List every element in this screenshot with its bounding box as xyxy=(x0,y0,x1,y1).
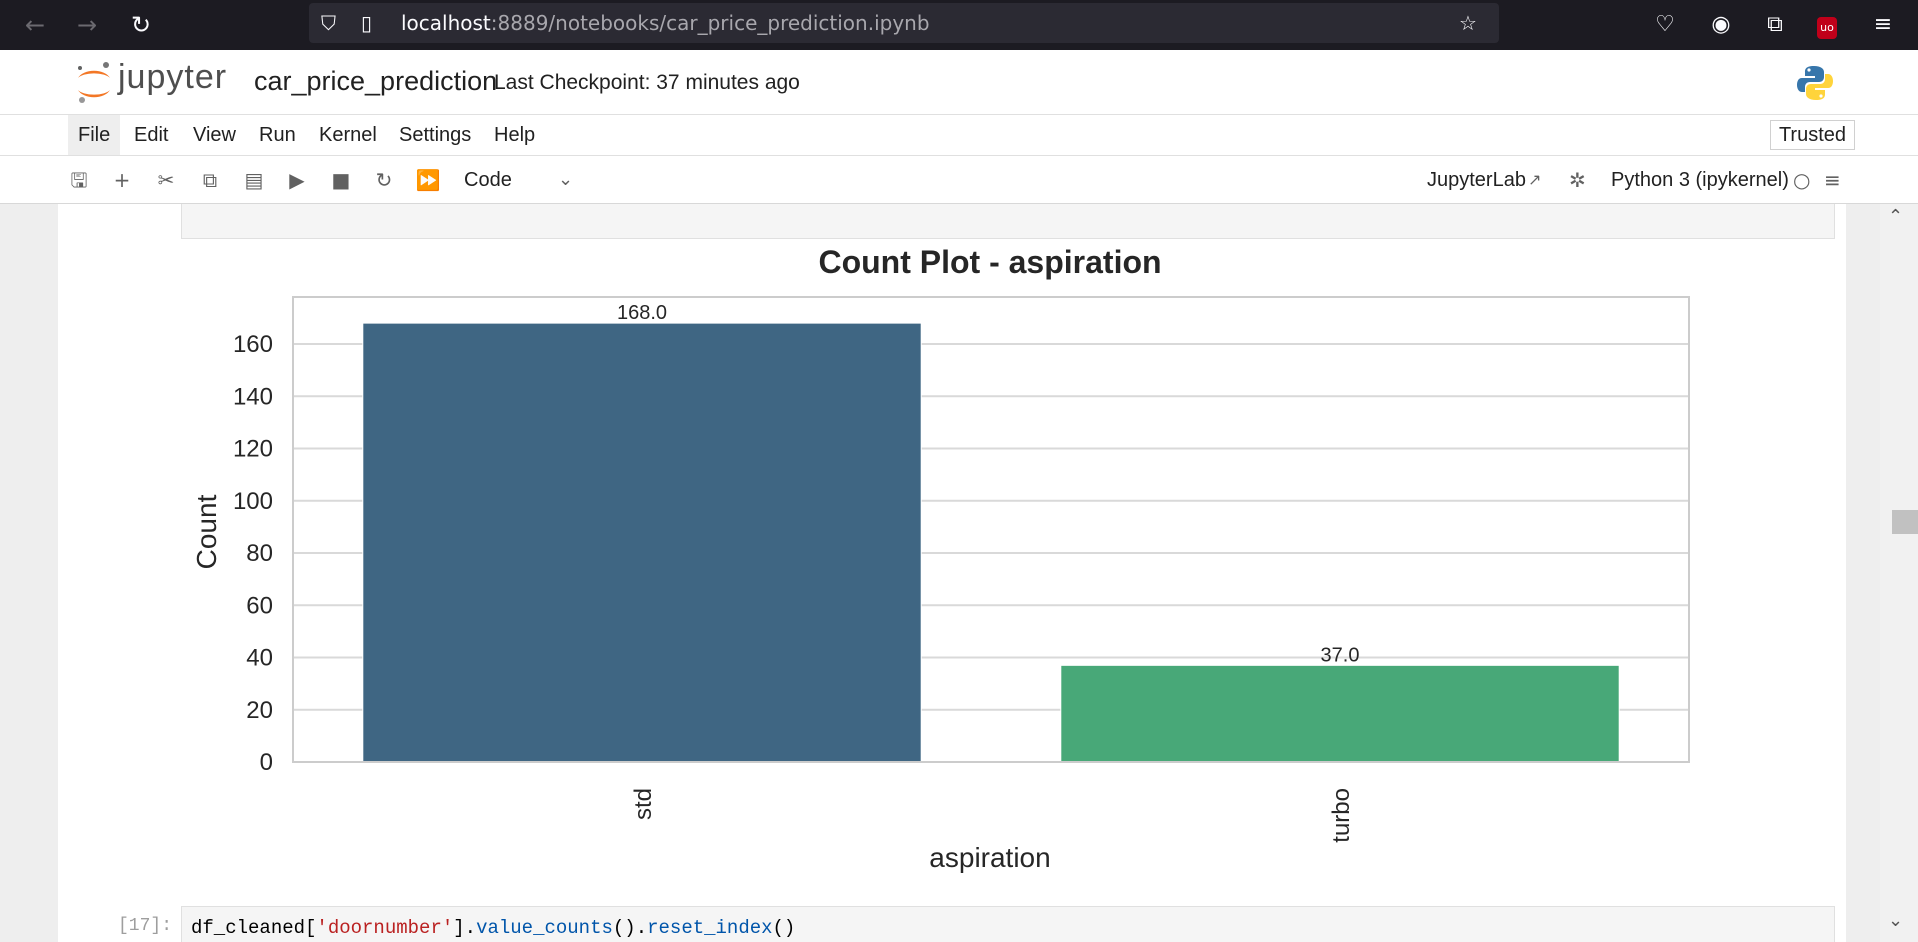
y-tick-label: 60 xyxy=(246,592,273,619)
run-all-icon[interactable]: ⏩ xyxy=(412,164,444,196)
code-method-reset-index: reset_index xyxy=(647,917,773,939)
y-tick-label: 40 xyxy=(246,645,273,672)
notebook-title[interactable]: car_price_prediction xyxy=(254,66,497,97)
menu-kernel[interactable]: Kernel xyxy=(309,115,387,155)
notebook-toolbar: 🖫 + ✂ ⧉ ▤ ▶ ■ ↻ ⏩ Code ⌄ JupyterLab ↗ ✲ … xyxy=(0,156,1918,204)
back-icon[interactable]: ← xyxy=(18,8,52,42)
cell-prompt: [17]: xyxy=(118,916,173,936)
y-tick-label: 80 xyxy=(246,540,273,567)
x-tick-label-turbo: turbo xyxy=(1328,788,1355,843)
stop-icon[interactable]: ■ xyxy=(325,164,357,196)
jupyter-logo-text: jupyter xyxy=(118,58,228,96)
external-link-icon[interactable]: ↗ xyxy=(1528,164,1541,196)
menu-help[interactable]: Help xyxy=(484,115,545,155)
kernel-status-icon: ○ xyxy=(1793,168,1811,192)
code-method-value-counts: value_counts xyxy=(476,917,613,939)
debugger-icon[interactable]: ✲ xyxy=(1569,164,1586,196)
url-text[interactable]: localhost:8889/notebooks/car_price_predi… xyxy=(401,3,930,43)
menu-settings[interactable]: Settings xyxy=(389,115,481,155)
trusted-indicator[interactable]: Trusted xyxy=(1769,120,1855,150)
x-axis-label: aspiration xyxy=(929,842,1050,873)
menu-run[interactable]: Run xyxy=(249,115,306,155)
account-icon[interactable]: ◉ xyxy=(1704,8,1738,42)
code-string: 'doornumber' xyxy=(316,917,454,939)
scrollbar[interactable] xyxy=(1880,204,1918,942)
cut-icon[interactable]: ✂ xyxy=(150,164,182,196)
code-line[interactable]: df_cleaned['doornumber'].value_counts().… xyxy=(191,917,795,939)
bar-turbo xyxy=(1060,664,1620,763)
restart-icon[interactable]: ↻ xyxy=(368,164,400,196)
paste-icon[interactable]: ▤ xyxy=(238,164,270,196)
scroll-up-icon[interactable]: ⌃ xyxy=(1888,206,1903,227)
python-logo-icon xyxy=(1797,66,1833,100)
run-icon[interactable]: ▶ xyxy=(281,164,313,196)
forward-icon[interactable]: → xyxy=(70,8,104,42)
extensions-icon[interactable]: ⧉ xyxy=(1758,8,1792,42)
y-tick-label: 100 xyxy=(233,488,273,515)
chevron-down-icon[interactable]: ⌄ xyxy=(558,164,573,196)
menu-edit[interactable]: Edit xyxy=(124,115,178,155)
chart-title: Count Plot - aspiration xyxy=(818,244,1161,280)
cell-type-select[interactable]: Code xyxy=(464,164,512,196)
page-info-icon[interactable]: ▯ xyxy=(361,3,372,43)
app-menu-icon[interactable]: ≡ xyxy=(1866,8,1900,42)
save-icon[interactable]: 🖫 xyxy=(63,164,95,196)
data-label-turbo: 37.0 xyxy=(1321,644,1360,666)
notebook-area: Count Plot - aspiration Count aspiration… xyxy=(0,204,1918,942)
reload-icon[interactable]: ↻ xyxy=(124,8,158,42)
last-checkpoint: Last Checkpoint: 37 minutes ago xyxy=(494,71,800,94)
property-inspector-icon[interactable]: ≡ xyxy=(1824,164,1841,196)
code-punct-3: () xyxy=(772,917,796,939)
count-plot-chart: Count Plot - aspiration Count aspiration… xyxy=(191,244,1690,873)
code-var: df_cleaned[ xyxy=(191,917,317,939)
y-tick-label: 140 xyxy=(233,383,273,410)
menu-file[interactable]: File xyxy=(68,115,121,155)
jupyterlab-link[interactable]: JupyterLab xyxy=(1427,164,1526,196)
menu-bar: File Edit View Run Kernel Settings Help … xyxy=(0,115,1918,156)
url-bar[interactable]: ⛉ ▯ localhost:8889/notebooks/car_price_p… xyxy=(309,3,1499,43)
scrollbar-thumb[interactable] xyxy=(1892,510,1918,534)
x-tick-label-std: std xyxy=(630,788,657,820)
ublock-icon[interactable]: uo xyxy=(1810,8,1844,42)
jupyter-logo-icon[interactable] xyxy=(74,60,114,104)
y-tick-label: 20 xyxy=(246,697,273,724)
kernel-name[interactable]: Python 3 (ipykernel) xyxy=(1611,164,1789,196)
bar-std xyxy=(362,322,922,763)
y-axis-label: Count xyxy=(191,494,222,569)
code-punct: ]. xyxy=(453,917,477,939)
menu-view[interactable]: View xyxy=(183,115,246,155)
scroll-down-icon[interactable]: ⌄ xyxy=(1888,910,1903,931)
code-cell[interactable]: df_cleaned['doornumber'].value_counts().… xyxy=(181,906,1835,942)
code-punct-2: (). xyxy=(612,917,648,939)
add-cell-icon[interactable]: + xyxy=(106,164,138,196)
shield-icon[interactable]: ⛉ xyxy=(321,3,336,43)
bookmark-star-icon[interactable]: ☆ xyxy=(1459,3,1477,43)
copy-icon[interactable]: ⧉ xyxy=(194,164,226,196)
url-path: :8889/notebooks/car_price_prediction.ipy… xyxy=(490,11,930,35)
y-tick-label: 160 xyxy=(233,331,273,358)
jupyter-header: jupyter car_price_prediction Last Checkp… xyxy=(0,50,1918,115)
browser-toolbar: ← → ↻ ⛉ ▯ localhost:8889/notebooks/car_p… xyxy=(0,0,1918,50)
y-tick-label: 120 xyxy=(233,436,273,463)
pocket-icon[interactable]: ♡ xyxy=(1648,8,1682,42)
data-label-std: 168.0 xyxy=(617,302,667,324)
y-tick-label: 0 xyxy=(260,749,273,776)
url-host: localhost xyxy=(401,11,491,35)
